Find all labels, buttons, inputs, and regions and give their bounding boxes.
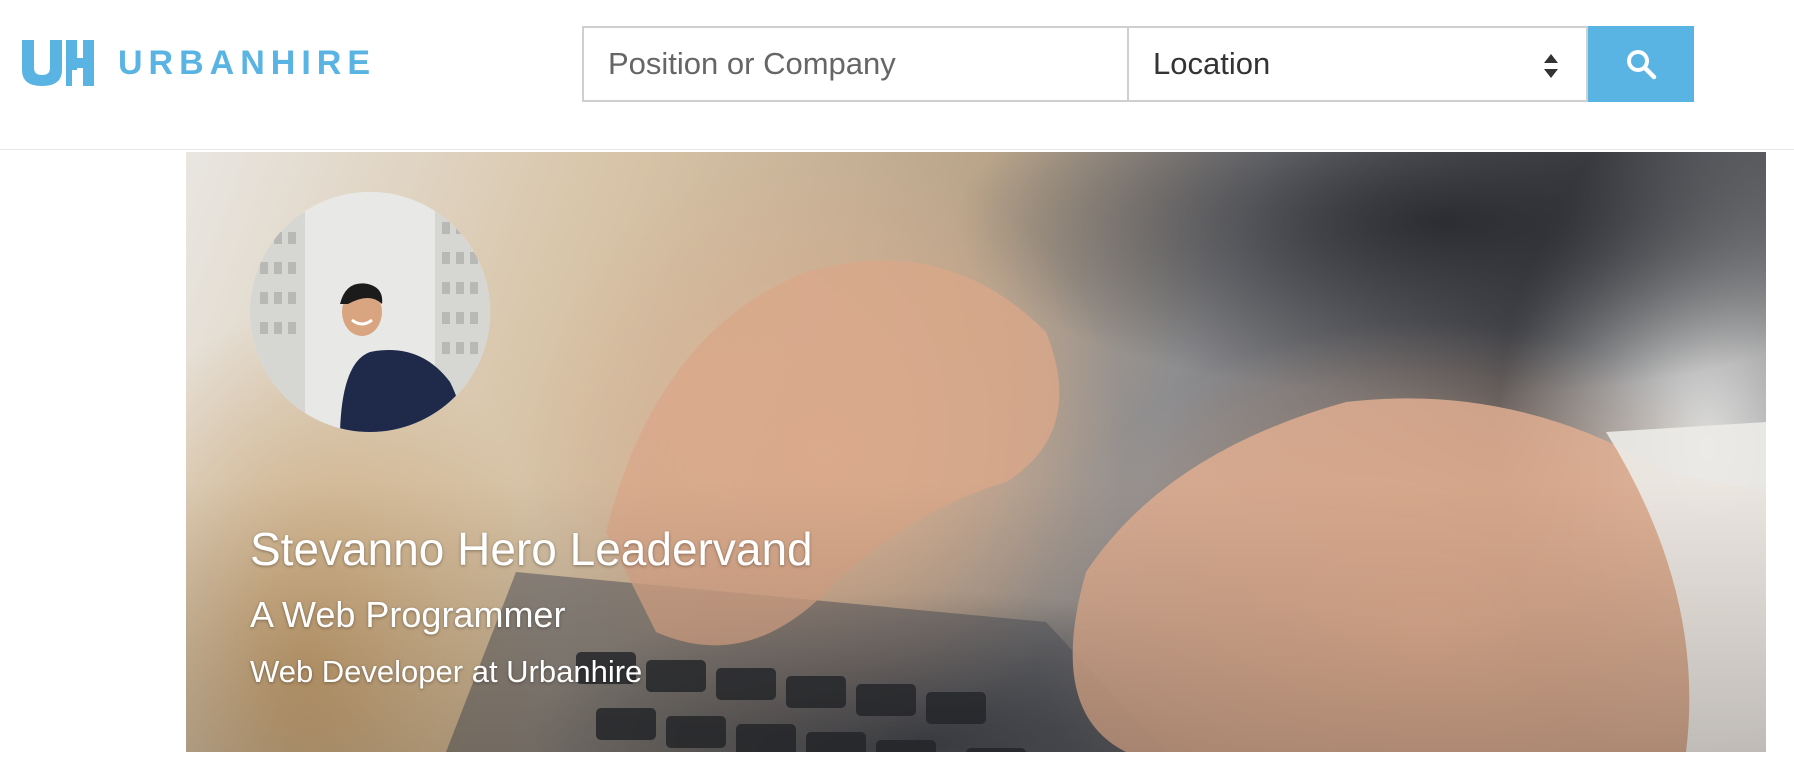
- location-select-value: Location: [1153, 46, 1271, 81]
- profile-role: Web Developer at Urbanhire: [250, 654, 643, 689]
- avatar-photo: [250, 192, 490, 432]
- job-search-bar: Location: [582, 26, 1694, 102]
- site-header: URBANHIRE Location: [0, 0, 1794, 150]
- profile-name: Stevanno Hero Leadervand: [250, 523, 813, 575]
- select-arrows-icon: [1544, 54, 1558, 78]
- profile-headline: A Web Programmer: [250, 594, 566, 635]
- urbanhire-logo-icon: [22, 40, 94, 86]
- profile-cover-banner: Stevanno Hero Leadervand A Web Programme…: [186, 152, 1766, 752]
- profile-avatar[interactable]: [250, 192, 490, 432]
- location-select[interactable]: Location: [1128, 26, 1588, 102]
- search-icon: [1627, 50, 1657, 80]
- search-button[interactable]: [1588, 26, 1694, 102]
- brand-logo[interactable]: URBANHIRE: [22, 40, 376, 86]
- position-search-input[interactable]: [582, 26, 1128, 102]
- brand-name: URBANHIRE: [118, 44, 376, 82]
